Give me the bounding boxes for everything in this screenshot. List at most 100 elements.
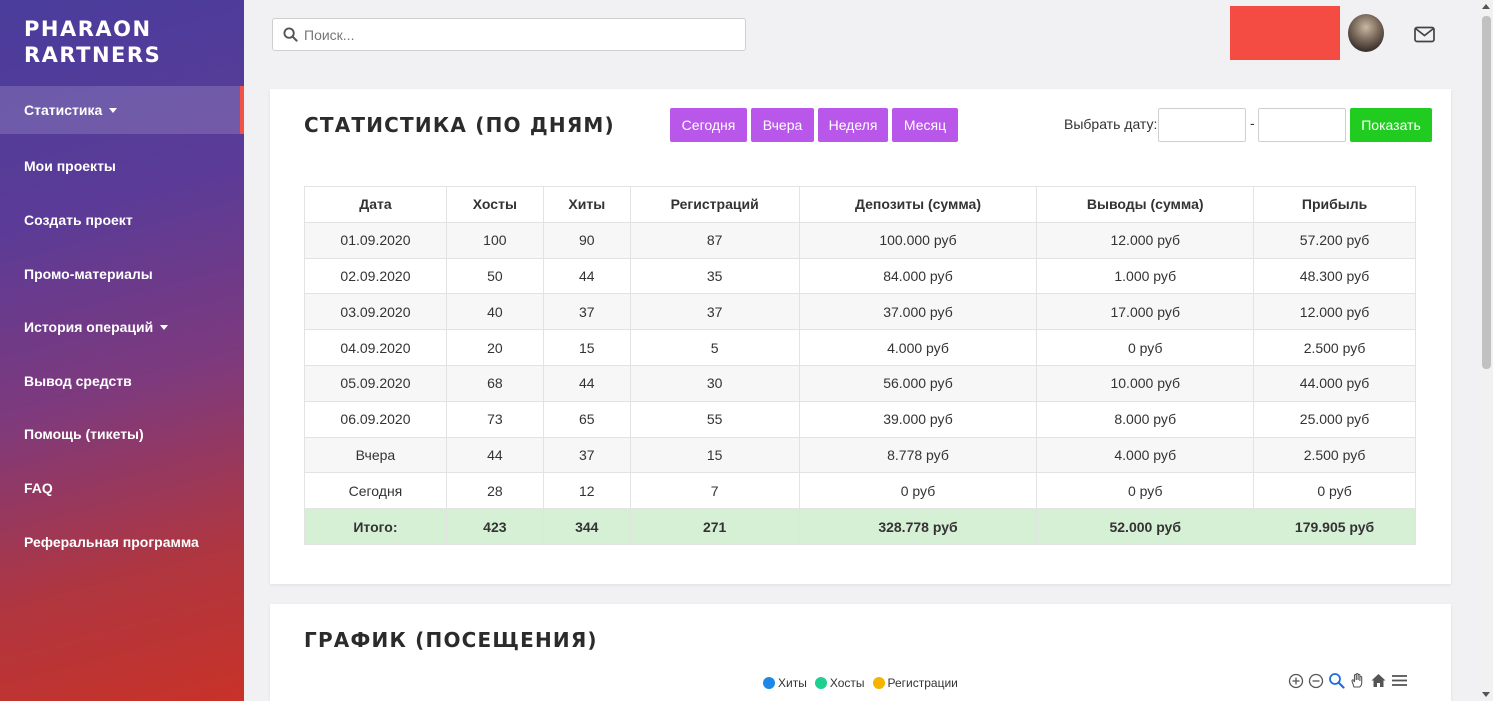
table-cell: 12.000 руб [1253, 293, 1416, 331]
avatar[interactable] [1348, 14, 1384, 52]
column-header: Дата [304, 186, 447, 223]
period-today-button[interactable]: Сегодня [670, 108, 747, 142]
table-cell: 56.000 руб [798, 364, 1038, 402]
column-header: Регистраций [629, 186, 800, 223]
column-header: Прибыль [1253, 186, 1416, 223]
sidebar-item-history[interactable]: История операций [0, 300, 244, 354]
table-cell: 44 [445, 436, 544, 474]
column-header: Выводы (сумма) [1036, 186, 1255, 223]
zoom-out-icon[interactable] [1308, 673, 1324, 689]
sidebar-item-tickets[interactable]: Помощь (тикеты) [0, 408, 244, 462]
table-cell: 0 руб [1036, 472, 1255, 510]
page-scrollbar[interactable] [1479, 0, 1493, 701]
sidebar-item-faq[interactable]: FAQ [0, 461, 244, 515]
show-button[interactable]: Показать [1350, 108, 1432, 142]
table-cell: 39.000 руб [798, 400, 1038, 438]
table-cell: 5 [629, 329, 800, 366]
legend-dot [814, 677, 827, 689]
sidebar-item-withdraw[interactable]: Вывод средств [0, 354, 244, 408]
table-cell: 17.000 руб [1036, 293, 1255, 331]
brand-logo[interactable]: PHARAON RARTNERS [24, 16, 161, 68]
table-cell: 12 [542, 472, 631, 510]
stats-table: Дата Хосты Хиты Регистраций Депозиты (су… [304, 186, 1416, 545]
sidebar-item-label: FAQ [24, 479, 53, 496]
table-cell: 12.000 руб [1036, 221, 1255, 259]
table-header-row: Дата Хосты Хиты Регистраций Депозиты (су… [304, 186, 1416, 223]
stats-card: СТАТИСТИКА (ПО ДНЯМ) Сегодня Вчера Недел… [270, 89, 1451, 584]
pan-icon[interactable] [1349, 672, 1366, 689]
table-cell: 4.000 руб [1036, 436, 1255, 474]
table-cell: 06.09.2020 [304, 400, 447, 438]
table-row: 06.09.2020 73 65 55 39.000 руб 8.000 руб 25.00… [304, 400, 1416, 438]
column-header: Хосты [445, 186, 544, 223]
legend-label: Хиты [778, 676, 807, 690]
sidebar-item-label: Создать проект [24, 211, 133, 228]
table-cell: 0 руб [1036, 329, 1255, 366]
table-row: Вчера 44 37 15 8.778 руб 4.000 руб 2.500 руб [304, 436, 1416, 474]
sidebar-item-label: Реферальная программа [24, 533, 199, 550]
table-row: Сегодня 28 12 7 0 руб 0 руб 0 руб [304, 472, 1416, 510]
date-to-input[interactable] [1258, 108, 1346, 142]
table-cell: 179.905 руб [1253, 508, 1416, 545]
period-yesterday-button[interactable]: Вчера [751, 108, 814, 142]
table-cell: 52.000 руб [1036, 508, 1255, 545]
home-icon[interactable] [1370, 672, 1387, 689]
table-cell: 20 [445, 329, 544, 366]
caret-down-icon [109, 107, 118, 113]
period-week-button[interactable]: Неделя [818, 108, 888, 142]
table-cell: 8.778 руб [798, 436, 1038, 474]
legend-item-registrations[interactable]: Регистрации [872, 676, 958, 690]
brand-line-1: PHARAON [24, 17, 152, 41]
scrollbar-thumb[interactable] [1482, 16, 1491, 369]
column-header: Хиты [542, 186, 631, 223]
table-cell: 100.000 руб [798, 221, 1038, 259]
table-cell: Вчера [304, 436, 447, 474]
search-input[interactable] [304, 26, 724, 43]
table-row: 05.09.2020 68 44 30 56.000 руб 10.000 руб 44.0… [304, 364, 1416, 402]
column-header: Депозиты (сумма) [798, 186, 1038, 223]
table-cell: 1.000 руб [1036, 257, 1255, 295]
table-row: 04.09.2020 20 15 5 4.000 руб 0 руб 2.500 руб [304, 329, 1416, 366]
chart-title: ГРАФИК (ПОСЕЩЕНИЯ) [304, 628, 598, 652]
scroll-down-arrow-icon[interactable] [1482, 692, 1490, 697]
sidebar-item-label: Статистика [24, 102, 103, 118]
table-cell: 7 [629, 472, 800, 510]
scroll-up-arrow-icon[interactable] [1482, 4, 1490, 9]
table-row: 02.09.2020 50 44 35 84.000 руб 1.000 руб 48.30… [304, 257, 1416, 295]
table-cell: 73 [445, 400, 544, 438]
mail-icon[interactable] [1414, 26, 1435, 43]
table-cell: 8.000 руб [1036, 400, 1255, 438]
legend-item-hits[interactable]: Хиты [763, 676, 807, 690]
table-cell: 04.09.2020 [304, 329, 447, 366]
table-cell: 44.000 руб [1253, 364, 1416, 402]
zoom-in-icon[interactable] [1288, 673, 1304, 689]
legend-dot [872, 677, 885, 689]
table-cell: 40 [445, 293, 544, 331]
period-month-button[interactable]: Месяц [892, 108, 958, 142]
sidebar-item-statistics[interactable]: Статистика [0, 86, 244, 134]
date-from-input[interactable] [1158, 108, 1246, 142]
sidebar-item-my-projects[interactable]: Мои проекты [0, 140, 244, 194]
table-cell: 15 [542, 329, 631, 366]
search-icon [283, 27, 298, 42]
table-row: 03.09.2020 40 37 37 37.000 руб 17.000 руб 12.0… [304, 293, 1416, 331]
table-cell: 30 [629, 364, 800, 402]
legend-item-hosts[interactable]: Хосты [814, 676, 865, 690]
table-cell: 15 [629, 436, 800, 474]
table-cell: 0 руб [1253, 472, 1416, 510]
legend-label: Хосты [829, 676, 865, 690]
table-row: 01.09.2020 100 90 87 100.000 руб 12.000 руб 57… [304, 221, 1416, 259]
table-cell: 37 [629, 293, 800, 331]
brand-line-2: RARTNERS [24, 43, 162, 67]
table-cell: 28 [445, 472, 544, 510]
table-cell: 37 [542, 436, 631, 474]
sidebar-item-create-project[interactable]: Создать проект [0, 193, 244, 247]
sidebar-item-referral[interactable]: Реферальная программа [0, 515, 244, 569]
selection-zoom-icon[interactable] [1328, 672, 1345, 689]
sidebar-item-promo[interactable]: Промо-материалы [0, 247, 244, 301]
sidebar-item-label: Помощь (тикеты) [24, 426, 144, 443]
menu-icon[interactable] [1391, 672, 1408, 689]
table-cell: 0 руб [798, 472, 1038, 510]
table-cell: 44 [542, 364, 631, 402]
table-cell: 344 [542, 508, 631, 545]
